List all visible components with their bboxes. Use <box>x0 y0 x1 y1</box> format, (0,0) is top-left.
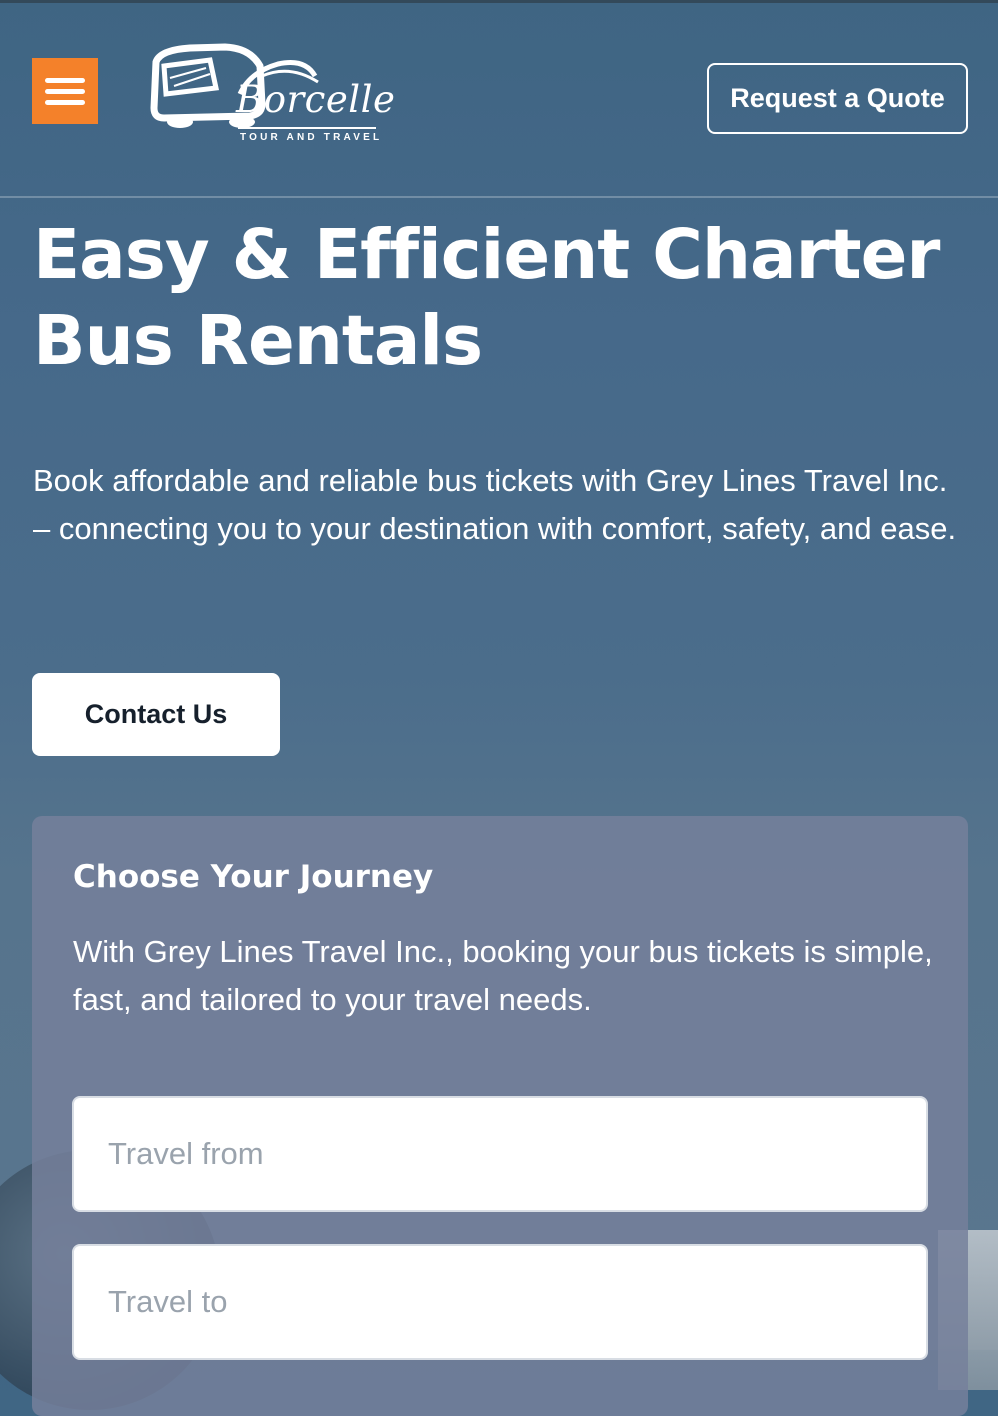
hero-description: Book affordable and reliable bus tickets… <box>33 463 957 546</box>
logo-tagline: TOUR AND TRAVEL <box>240 132 383 143</box>
site-header: Borcelle TOUR AND TRAVEL Request a Quote <box>0 0 998 198</box>
contact-us-button[interactable]: Contact Us <box>32 673 280 756</box>
logo-wordmark: Borcelle <box>236 78 396 121</box>
top-edge <box>0 0 998 3</box>
hero-title: Easy & Efficient Charter Bus Rentals <box>33 215 940 381</box>
request-quote-button[interactable]: Request a Quote <box>707 63 968 134</box>
menu-button[interactable] <box>32 58 98 124</box>
travel-from-input[interactable] <box>72 1096 928 1212</box>
journey-heading: Choose Your Journey <box>73 859 434 895</box>
logo[interactable]: Borcelle TOUR AND TRAVEL <box>150 42 395 147</box>
travel-to-input[interactable] <box>72 1244 928 1360</box>
journey-description: With Grey Lines Travel Inc., booking you… <box>73 934 933 1017</box>
journey-card: Choose Your Journey With Grey Lines Trav… <box>32 816 968 1416</box>
